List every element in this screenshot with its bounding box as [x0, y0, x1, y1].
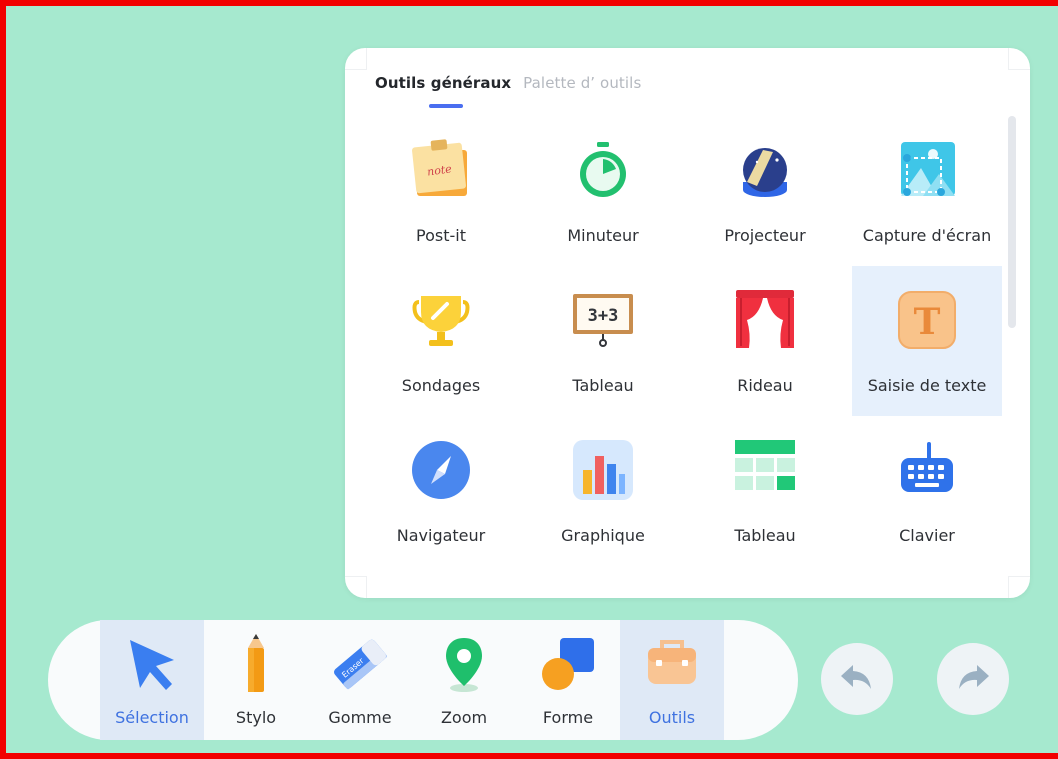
pencil-icon — [226, 634, 286, 694]
toolbar-label: Outils — [648, 708, 696, 727]
toolbox-icon — [642, 634, 702, 694]
tool-curtain[interactable]: Rideau — [690, 266, 840, 416]
toolbar-selection-button[interactable]: Sélection — [100, 620, 204, 740]
panel-corner — [345, 48, 367, 70]
tool-screenshot[interactable]: Capture d'écran — [852, 116, 1002, 266]
tool-label: Tableau — [572, 376, 634, 395]
panel-tabs: Outils généraux Palette d’ outils — [375, 74, 641, 92]
tool-post-it[interactable]: note Post-it — [366, 116, 516, 266]
tool-label: Tableau — [734, 526, 796, 545]
bottom-toolbar: Sélection Stylo Eraser Gomme Zoom Forme … — [48, 620, 798, 740]
tool-table[interactable]: Tableau — [690, 416, 840, 566]
tool-label: Clavier — [899, 526, 955, 545]
toolbar-label: Sélection — [115, 708, 189, 727]
text-input-icon: T — [895, 288, 959, 352]
keyboard-icon — [895, 438, 959, 502]
tool-label: Post-it — [416, 226, 466, 245]
toolbar-eraser-button[interactable]: Eraser Gomme — [308, 620, 412, 740]
compass-icon — [409, 438, 473, 502]
toolbar-shape-button[interactable]: Forme — [516, 620, 620, 740]
toolbar-label: Stylo — [235, 708, 277, 727]
screenshot-icon — [895, 138, 959, 202]
tool-label: Sondages — [401, 376, 481, 395]
table-icon — [733, 438, 797, 502]
toolbar-zoom-button[interactable]: Zoom — [412, 620, 516, 740]
tab-tool-palette[interactable]: Palette d’ outils — [523, 74, 641, 92]
tab-general-tools[interactable]: Outils généraux — [375, 74, 511, 92]
redo-icon — [953, 657, 993, 701]
panel-corner — [345, 576, 367, 598]
active-tab-indicator — [429, 104, 463, 108]
toolbar-label: Forme — [542, 708, 594, 727]
undo-icon — [837, 657, 877, 701]
timer-icon — [571, 138, 635, 202]
redo-button[interactable] — [937, 643, 1009, 715]
tool-browser[interactable]: Navigateur — [366, 416, 516, 566]
toolbar-pen-button[interactable]: Stylo — [204, 620, 308, 740]
blackboard-text: 3+3 — [588, 306, 619, 326]
blackboard-icon: 3+3 — [571, 288, 635, 352]
tool-polls[interactable]: Sondages — [366, 266, 516, 416]
tool-label: Navigateur — [396, 526, 486, 545]
undo-button[interactable] — [821, 643, 893, 715]
map-pin-icon — [434, 634, 494, 694]
toolbar-tools-button[interactable]: Outils — [620, 620, 724, 740]
tool-label: Minuteur — [567, 226, 639, 245]
bar-chart-icon — [571, 438, 635, 502]
tool-label: Projecteur — [724, 226, 806, 245]
panel-corner — [1008, 48, 1030, 70]
tool-label: Graphique — [561, 526, 645, 545]
curtain-icon — [733, 288, 797, 352]
toolbar-label: Zoom — [440, 708, 488, 727]
tool-text-input[interactable]: T Saisie de texte — [852, 266, 1002, 416]
toolbar-label: Gomme — [328, 708, 392, 727]
trophy-icon — [409, 288, 473, 352]
tool-keyboard[interactable]: Clavier — [852, 416, 1002, 566]
tools-grid: note Post-it Minuteur Projecteur Capture… — [366, 116, 1014, 566]
tool-label: Rideau — [737, 376, 793, 395]
post-it-icon: note — [409, 138, 473, 202]
text-input-glyph: T — [914, 301, 941, 343]
cursor-arrow-icon — [122, 634, 182, 694]
shapes-icon — [538, 634, 598, 694]
tool-timer[interactable]: Minuteur — [528, 116, 678, 266]
tool-chart[interactable]: Graphique — [528, 416, 678, 566]
tools-panel: Outils généraux Palette d’ outils note P… — [345, 48, 1030, 598]
tool-label: Saisie de texte — [867, 376, 987, 395]
panel-corner — [1008, 576, 1030, 598]
tool-spotlight[interactable]: Projecteur — [690, 116, 840, 266]
spotlight-icon — [733, 138, 797, 202]
tool-label: Capture d'écran — [862, 226, 992, 245]
eraser-icon: Eraser — [330, 634, 390, 694]
tool-blackboard[interactable]: 3+3 Tableau — [528, 266, 678, 416]
